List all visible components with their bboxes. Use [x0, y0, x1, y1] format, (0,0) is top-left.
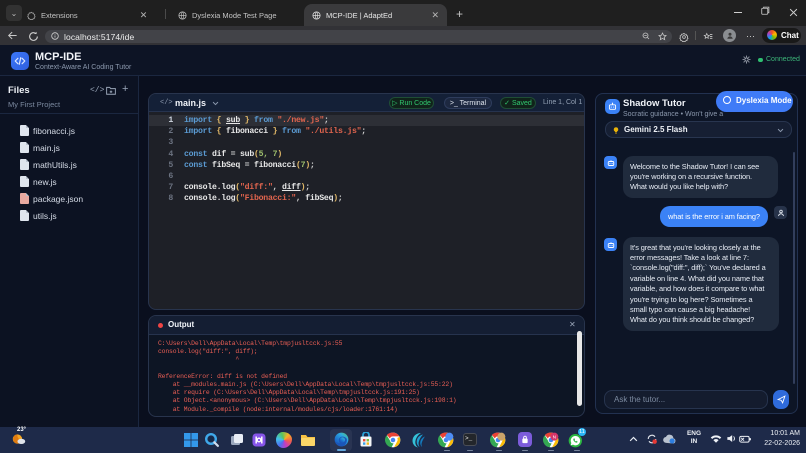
svg-text:N: N: [553, 434, 556, 439]
